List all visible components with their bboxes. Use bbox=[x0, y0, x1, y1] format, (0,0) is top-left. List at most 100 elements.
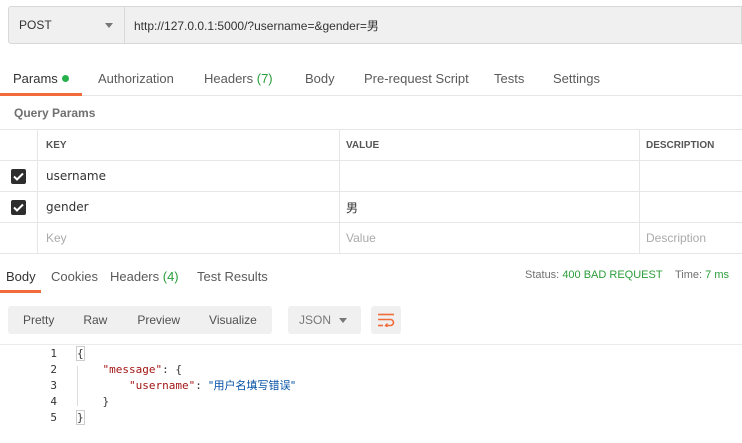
inner-close-brace: } bbox=[102, 395, 110, 408]
param-description-field[interactable] bbox=[640, 161, 742, 191]
view-visualize-button[interactable]: Visualize bbox=[195, 306, 272, 334]
time-value[interactable]: 7 ms bbox=[705, 269, 729, 281]
query-params-title: Query Params bbox=[14, 106, 96, 120]
tab-pre-request-script[interactable]: Pre-request Script bbox=[364, 71, 469, 86]
tab-body[interactable]: Body bbox=[305, 71, 335, 86]
tab-cookies[interactable]: Cookies bbox=[51, 269, 98, 284]
row-check-cell bbox=[0, 161, 38, 191]
param-value-field[interactable]: 男 bbox=[340, 192, 640, 222]
new-description-input[interactable]: Description bbox=[640, 223, 742, 253]
table-row-new: Key Value Description bbox=[0, 223, 742, 254]
method-label: POST bbox=[19, 18, 52, 32]
tab-tests-label: Tests bbox=[494, 71, 525, 86]
tab-test-results-label: Test Results bbox=[197, 269, 268, 284]
json-punctuation: : bbox=[195, 379, 209, 392]
column-header-description: DESCRIPTION bbox=[646, 139, 715, 151]
header-check-cell bbox=[0, 130, 38, 160]
json-value-username: "用户名填写错误" bbox=[208, 379, 296, 392]
method-select[interactable]: POST bbox=[8, 6, 125, 44]
new-key-input[interactable]: Key bbox=[38, 223, 340, 253]
active-tab-indicator bbox=[0, 93, 82, 96]
code-line: 3 "username": "用户名填写错误" bbox=[0, 378, 742, 394]
format-label: JSON bbox=[299, 313, 332, 327]
code-text: "message": { bbox=[76, 362, 182, 378]
body-view-toolbar: Pretty Raw Preview Visualize bbox=[8, 306, 272, 334]
code-line: 1 { bbox=[0, 346, 742, 362]
param-key-field[interactable]: username bbox=[38, 161, 340, 191]
response-time: Time: 7 ms bbox=[675, 269, 729, 281]
json-key-username: "username" bbox=[128, 379, 196, 392]
tab-response-body-label: Body bbox=[6, 269, 36, 284]
tab-response-body[interactable]: Body bbox=[6, 269, 36, 284]
time-label: Time: bbox=[675, 269, 703, 281]
tab-settings-label: Settings bbox=[553, 71, 600, 86]
format-select[interactable]: JSON bbox=[288, 306, 361, 334]
param-key-field[interactable]: gender bbox=[38, 192, 340, 222]
request-url-bar: POST http://127.0.0.1:5000/?username=&ge… bbox=[8, 6, 742, 44]
request-tabs: Params Authorization Headers (7) Body Pr… bbox=[0, 62, 742, 96]
row-check-cell bbox=[0, 192, 38, 222]
line-number: 3 bbox=[50, 379, 57, 392]
tab-params-label: Params bbox=[13, 71, 58, 86]
checkmark-icon bbox=[13, 172, 24, 181]
param-value-field[interactable] bbox=[340, 161, 640, 191]
line-number: 5 bbox=[50, 411, 57, 424]
tab-body-label: Body bbox=[305, 71, 335, 86]
tab-authorization[interactable]: Authorization bbox=[98, 71, 174, 86]
tab-headers-count: (7) bbox=[256, 71, 273, 86]
column-header-value: VALUE bbox=[340, 130, 640, 160]
tab-test-results[interactable]: Test Results bbox=[197, 269, 268, 284]
response-status: Status: 400 BAD REQUEST bbox=[525, 269, 663, 281]
chevron-down-icon bbox=[105, 22, 113, 28]
chevron-down-icon bbox=[339, 317, 347, 323]
tab-response-headers-label: Headers bbox=[110, 269, 163, 284]
line-number: 1 bbox=[50, 347, 57, 360]
json-key-message: "message" bbox=[102, 363, 163, 376]
tab-pre-request-script-label: Pre-request Script bbox=[364, 71, 469, 86]
column-header-key: KEY bbox=[38, 130, 340, 160]
tab-headers[interactable]: Headers (7) bbox=[204, 71, 273, 86]
code-text: { bbox=[76, 346, 85, 362]
tab-response-headers[interactable]: Headers (4) bbox=[110, 269, 179, 284]
view-raw-button[interactable]: Raw bbox=[68, 306, 122, 334]
open-brace: { bbox=[76, 346, 85, 361]
json-punctuation: : { bbox=[162, 363, 182, 376]
active-response-tab-indicator bbox=[0, 290, 41, 293]
tab-cookies-label: Cookies bbox=[51, 269, 98, 284]
line-number: 4 bbox=[50, 395, 57, 408]
code-line: 2 "message": { bbox=[0, 362, 742, 378]
table-row: gender 男 bbox=[0, 192, 742, 223]
wrap-lines-icon bbox=[378, 313, 395, 327]
tab-params[interactable]: Params bbox=[13, 71, 69, 86]
close-brace: } bbox=[76, 410, 85, 425]
param-description-field[interactable] bbox=[640, 192, 742, 222]
view-mode-group: Pretty Raw Preview Visualize bbox=[8, 306, 272, 334]
checkmark-icon bbox=[13, 203, 24, 212]
view-preview-button[interactable]: Preview bbox=[122, 306, 195, 334]
table-header-row: KEY VALUE DESCRIPTION bbox=[0, 130, 742, 161]
checkbox-checked[interactable] bbox=[11, 199, 26, 215]
response-tabs: Body Cookies Headers (4) Test Results St… bbox=[0, 263, 742, 293]
code-line: 5 } bbox=[0, 410, 742, 426]
code-text: } bbox=[76, 394, 110, 410]
tab-settings[interactable]: Settings bbox=[553, 71, 600, 86]
line-number: 2 bbox=[50, 363, 57, 376]
code-text: "username": "用户名填写错误" bbox=[76, 378, 296, 394]
response-body-viewer[interactable]: 1 { 2 "message": { 3 "username": "用户名填写错… bbox=[0, 344, 742, 443]
view-pretty-button[interactable]: Pretty bbox=[8, 306, 68, 334]
tab-tests[interactable]: Tests bbox=[494, 71, 524, 86]
url-input[interactable]: http://127.0.0.1:5000/?username=&gender=… bbox=[125, 6, 742, 44]
checkbox-checked[interactable] bbox=[11, 168, 26, 184]
tab-authorization-label: Authorization bbox=[98, 71, 174, 86]
status-label: Status: bbox=[525, 269, 560, 281]
code-line: 4 } bbox=[0, 394, 742, 410]
row-check-cell bbox=[0, 223, 38, 253]
table-row: username bbox=[0, 161, 742, 192]
tab-headers-label: Headers bbox=[204, 71, 257, 86]
status-value[interactable]: 400 BAD REQUEST bbox=[562, 269, 662, 281]
new-value-input[interactable]: Value bbox=[340, 223, 640, 253]
query-params-table: KEY VALUE DESCRIPTION username gender 男 … bbox=[0, 129, 742, 254]
code-text: } bbox=[76, 410, 85, 426]
params-active-dot-icon bbox=[61, 75, 69, 82]
wrap-lines-button[interactable] bbox=[371, 306, 401, 334]
